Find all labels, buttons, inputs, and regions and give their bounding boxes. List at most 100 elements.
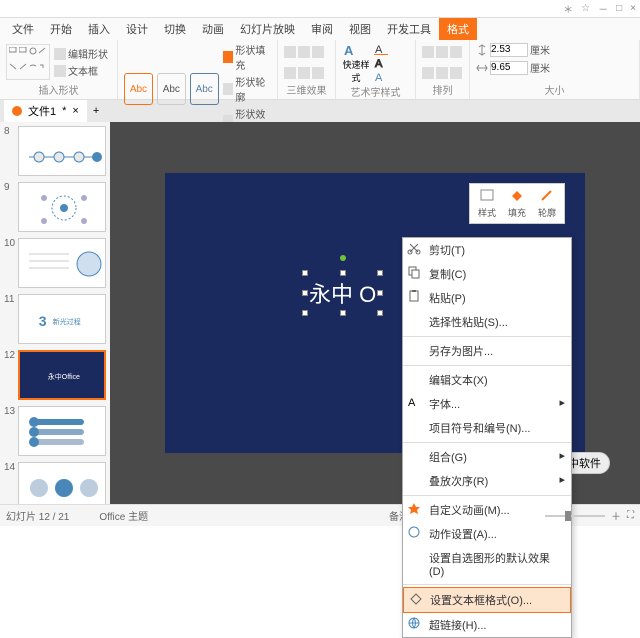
ctx-font[interactable]: A字体...▸ bbox=[403, 392, 571, 416]
3d-icon[interactable] bbox=[298, 67, 310, 79]
quick-style-button[interactable]: A 快速样式 bbox=[342, 42, 370, 84]
tab-slideshow[interactable]: 幻灯片放映 bbox=[232, 18, 303, 40]
theme-name: Office 主题 bbox=[99, 508, 148, 523]
win-sync-icon[interactable]: ＊ bbox=[563, 1, 573, 16]
shape-fill-button[interactable]: 形状填充 bbox=[223, 42, 271, 72]
tab-transition[interactable]: 切换 bbox=[156, 18, 194, 40]
textbox-content: 永中 O bbox=[309, 282, 376, 307]
ctx-bullets[interactable]: 项目符号和编号(N)... bbox=[403, 416, 571, 440]
mini-outline-button[interactable]: 轮廓 bbox=[532, 186, 562, 221]
ctx-default-effect[interactable]: 设置自选图形的默认效果(D) bbox=[403, 546, 571, 582]
width-icon bbox=[476, 62, 488, 74]
mini-style-button[interactable]: 样式 bbox=[472, 186, 502, 221]
height-input-row: 厘米 bbox=[476, 42, 550, 57]
width-input-row: 厘米 bbox=[476, 60, 550, 75]
3d-icon[interactable] bbox=[312, 46, 324, 58]
svg-text:A: A bbox=[344, 43, 354, 58]
zoom-in[interactable]: ＋ bbox=[611, 508, 621, 523]
group-label-wordart: 艺术字样式 bbox=[342, 84, 409, 99]
mini-fill-button[interactable]: 填充 bbox=[502, 186, 532, 221]
textbox-button[interactable]: 文本框 bbox=[54, 63, 108, 78]
ctx-order[interactable]: 叠放次序(R)▸ bbox=[403, 469, 571, 493]
thumb-9[interactable]: 9 bbox=[4, 182, 106, 232]
fit-button[interactable]: ⛶ bbox=[627, 510, 634, 521]
thumb-8[interactable]: 8 bbox=[4, 126, 106, 176]
resize-handle[interactable] bbox=[377, 310, 383, 316]
mini-toolbar: 样式 填充 轮廓 bbox=[469, 183, 565, 224]
ctx-paste-special[interactable]: 选择性粘贴(S)... bbox=[403, 310, 571, 334]
wordart-effect[interactable]: A bbox=[374, 71, 388, 83]
tab-format[interactable]: 格式 bbox=[439, 18, 477, 40]
slide-thumbnails: 8 9 10 113新光过程 12永中Office 13 14 bbox=[0, 122, 110, 504]
shape-style-3[interactable]: Abc bbox=[190, 73, 219, 105]
resize-handle[interactable] bbox=[302, 270, 308, 276]
3d-icon[interactable] bbox=[284, 67, 296, 79]
shape-outline-button[interactable]: 形状轮廓 bbox=[223, 74, 271, 104]
thumb-14[interactable]: 14 bbox=[4, 462, 106, 504]
win-min-icon[interactable]: － bbox=[598, 1, 608, 16]
unsaved-indicator: * bbox=[62, 105, 66, 117]
win-max-icon[interactable]: □ bbox=[616, 3, 622, 14]
resize-handle[interactable] bbox=[302, 290, 308, 296]
resize-handle[interactable] bbox=[377, 270, 383, 276]
win-close-icon[interactable]: × bbox=[630, 3, 636, 14]
ctx-group[interactable]: 组合(G)▸ bbox=[403, 445, 571, 469]
tab-insert[interactable]: 插入 bbox=[80, 18, 118, 40]
tab-design[interactable]: 设计 bbox=[118, 18, 156, 40]
thumb-13[interactable]: 13 bbox=[4, 406, 106, 456]
arrange-icon[interactable] bbox=[436, 46, 448, 58]
ctx-format-textbox[interactable]: 设置文本框格式(O)... bbox=[403, 587, 571, 613]
tab-review[interactable]: 审阅 bbox=[303, 18, 341, 40]
thumb-10[interactable]: 10 bbox=[4, 238, 106, 288]
arrange-icon[interactable] bbox=[436, 67, 448, 79]
arrange-icon[interactable] bbox=[450, 46, 462, 58]
tab-dev[interactable]: 开发工具 bbox=[379, 18, 439, 40]
add-tab-button[interactable]: + bbox=[87, 105, 105, 117]
group-label-size: 大小 bbox=[476, 82, 633, 97]
close-tab-icon[interactable]: × bbox=[72, 105, 78, 117]
titlebar: ＊ ☆ － □ × bbox=[0, 0, 640, 18]
arrange-icon[interactable] bbox=[422, 67, 434, 79]
group-label-arrange: 排列 bbox=[422, 82, 463, 97]
tab-animation[interactable]: 动画 bbox=[194, 18, 232, 40]
tab-home[interactable]: 开始 bbox=[42, 18, 80, 40]
context-menu: 剪切(T) 复制(C) 粘贴(P) 选择性粘贴(S)... 另存为图片... 编… bbox=[402, 237, 572, 638]
3d-icon[interactable] bbox=[284, 46, 296, 58]
ctx-paste[interactable]: 粘贴(P) bbox=[403, 286, 571, 310]
wordart-fill[interactable]: A bbox=[374, 43, 388, 55]
arrange-icon[interactable] bbox=[450, 67, 462, 79]
shape-style-1[interactable]: Abc bbox=[124, 73, 153, 105]
rotate-handle[interactable] bbox=[340, 255, 346, 261]
zoom-slider[interactable] bbox=[545, 515, 605, 517]
width-input[interactable] bbox=[490, 61, 528, 75]
resize-handle[interactable] bbox=[340, 270, 346, 276]
thumb-12[interactable]: 12永中Office bbox=[4, 350, 106, 400]
resize-handle[interactable] bbox=[340, 310, 346, 316]
3d-icon[interactable] bbox=[298, 46, 310, 58]
tab-view[interactable]: 视图 bbox=[341, 18, 379, 40]
win-star-icon[interactable]: ☆ bbox=[581, 3, 590, 14]
shape-gallery[interactable] bbox=[6, 44, 50, 80]
tab-file[interactable]: 文件 bbox=[4, 18, 42, 40]
slide-counter: 幻灯片 12 / 21 bbox=[6, 508, 69, 523]
shape-style-2[interactable]: Abc bbox=[157, 73, 186, 105]
resize-handle[interactable] bbox=[302, 310, 308, 316]
textbox[interactable]: 永中 O bbox=[305, 273, 380, 313]
thumb-11[interactable]: 113新光过程 bbox=[4, 294, 106, 344]
menu-bar: 文件 开始 插入 设计 切换 动画 幻灯片放映 审阅 视图 开发工具 格式 bbox=[0, 18, 640, 40]
edit-shape-button[interactable]: 编辑形状 bbox=[54, 46, 108, 61]
height-icon bbox=[476, 44, 488, 56]
ctx-edit-text[interactable]: 编辑文本(X) bbox=[403, 368, 571, 392]
ctx-custom-anim[interactable]: 自定义动画(M)... bbox=[403, 498, 571, 522]
app-icon bbox=[12, 106, 22, 116]
height-input[interactable] bbox=[490, 43, 528, 57]
ctx-cut[interactable]: 剪切(T) bbox=[403, 238, 571, 262]
doc-tab-1[interactable]: 文件1 * × bbox=[4, 100, 87, 122]
wordart-outline[interactable]: A bbox=[374, 57, 388, 69]
ctx-save-as-image[interactable]: 另存为图片... bbox=[403, 339, 571, 363]
arrange-icon[interactable] bbox=[422, 46, 434, 58]
3d-icon[interactable] bbox=[312, 67, 324, 79]
ctx-hyperlink[interactable]: 超链接(H)... bbox=[403, 613, 571, 637]
resize-handle[interactable] bbox=[377, 290, 383, 296]
ctx-copy[interactable]: 复制(C) bbox=[403, 262, 571, 286]
